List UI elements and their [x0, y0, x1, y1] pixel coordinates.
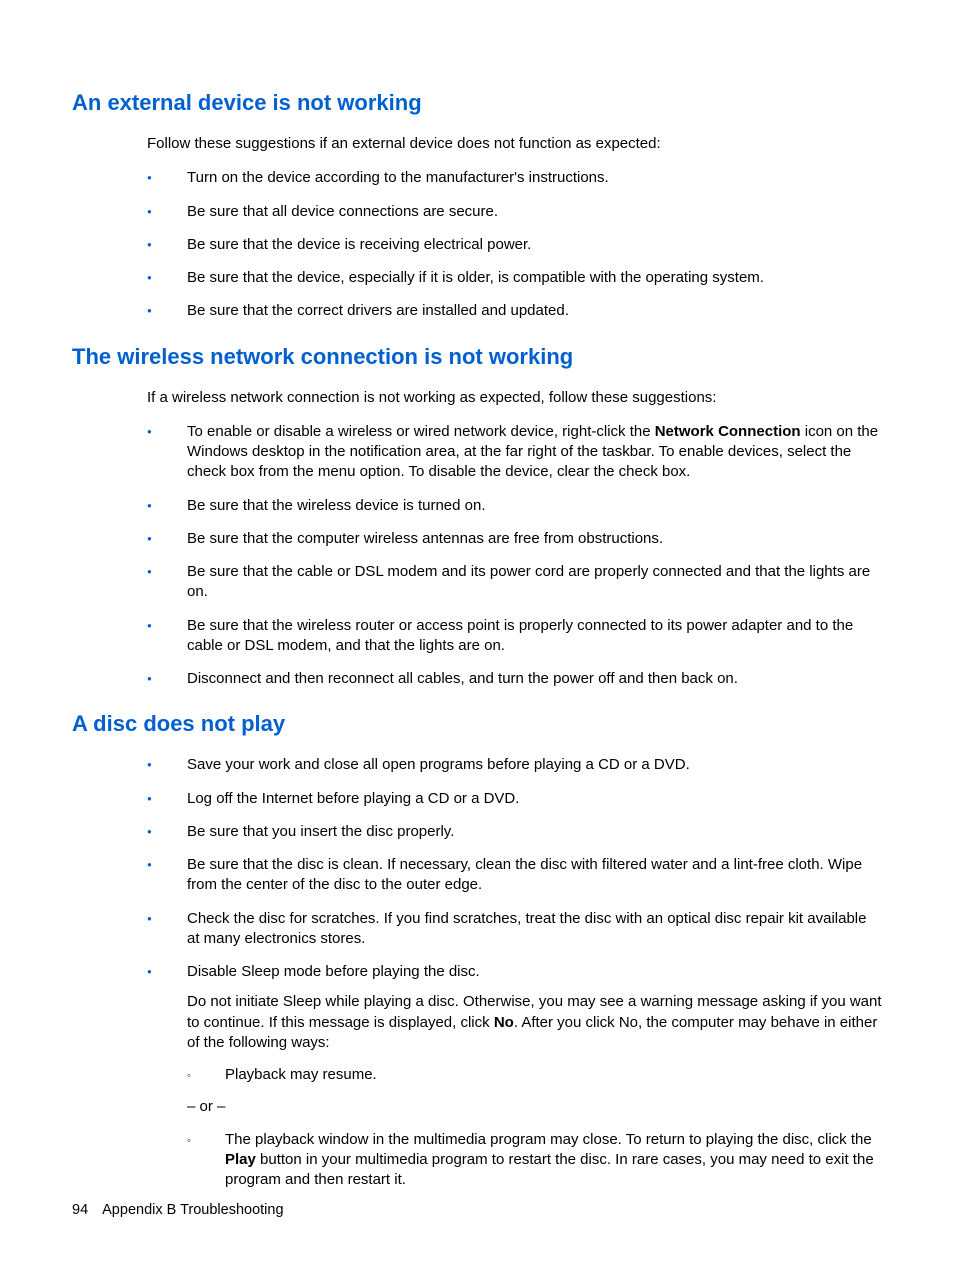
- document-page: An external device is not working Follow…: [0, 0, 954, 1270]
- intro-text: Follow these suggestions if an external …: [147, 134, 882, 154]
- heading-external-device: An external device is not working: [72, 90, 882, 116]
- text: To enable or disable a wireless or wired…: [187, 423, 655, 440]
- paragraph: Do not initiate Sleep while playing a di…: [187, 992, 882, 1053]
- bold-text: No: [494, 1014, 514, 1031]
- list-item: Disconnect and then reconnect all cables…: [147, 669, 882, 689]
- list-item: To enable or disable a wireless or wired…: [147, 422, 882, 483]
- list-item: The playback window in the multimedia pr…: [187, 1130, 882, 1191]
- appendix-label: Appendix B Troubleshooting: [102, 1202, 283, 1218]
- list-item: Log off the Internet before playing a CD…: [147, 789, 882, 809]
- sub-list: Playback may resume. – or – The playback…: [187, 1065, 882, 1190]
- list-item: Disable Sleep mode before playing the di…: [147, 962, 882, 1190]
- list-item: Be sure that the device, especially if i…: [147, 268, 882, 288]
- list-item: Save your work and close all open progra…: [147, 755, 882, 775]
- bullet-list: To enable or disable a wireless or wired…: [147, 422, 882, 690]
- list-item: Be sure that the device is receiving ele…: [147, 235, 882, 255]
- page-number: 94: [72, 1202, 88, 1218]
- bold-text: Play: [225, 1151, 256, 1168]
- list-item: Be sure that the correct drivers are ins…: [147, 301, 882, 321]
- text: The playback window in the multimedia pr…: [225, 1131, 872, 1148]
- list-item: Check the disc for scratches. If you fin…: [147, 909, 882, 950]
- bullet-list: Save your work and close all open progra…: [147, 755, 882, 1190]
- list-item: Playback may resume.: [187, 1065, 882, 1085]
- list-item: Be sure that the cable or DSL modem and …: [147, 562, 882, 603]
- heading-wireless: The wireless network connection is not w…: [72, 344, 882, 370]
- heading-disc: A disc does not play: [72, 711, 882, 737]
- list-item: Be sure that the wireless router or acce…: [147, 616, 882, 657]
- text: Disable Sleep mode before playing the di…: [187, 963, 480, 980]
- bold-text: Network Connection: [655, 423, 801, 440]
- intro-text: If a wireless network connection is not …: [147, 388, 882, 408]
- list-item: Turn on the device according to the manu…: [147, 168, 882, 188]
- list-item: Be sure that the disc is clean. If neces…: [147, 855, 882, 896]
- page-footer: 94 Appendix B Troubleshooting: [72, 1202, 284, 1218]
- list-item: Be sure that the computer wireless anten…: [147, 529, 882, 549]
- text: button in your multimedia program to res…: [225, 1151, 874, 1188]
- or-separator: – or –: [187, 1097, 882, 1117]
- list-item: Be sure that the wireless device is turn…: [147, 496, 882, 516]
- list-item: Be sure that all device connections are …: [147, 202, 882, 222]
- list-item: Be sure that you insert the disc properl…: [147, 822, 882, 842]
- bullet-list: Turn on the device according to the manu…: [147, 168, 882, 321]
- text: – or –: [187, 1098, 225, 1115]
